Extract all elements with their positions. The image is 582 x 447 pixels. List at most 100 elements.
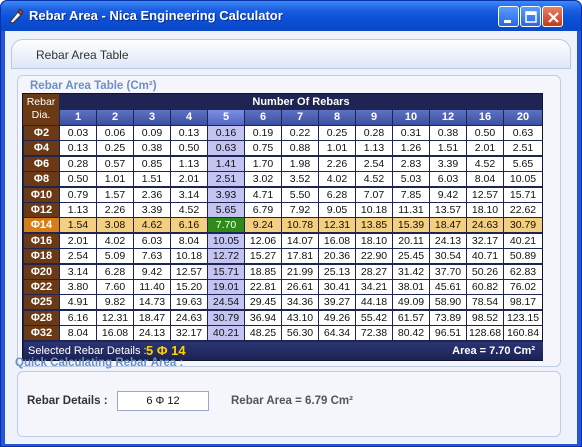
area-cell[interactable]: 40.21 (208, 326, 244, 340)
column-header-16[interactable]: 16 (467, 110, 503, 125)
area-cell[interactable]: 14.07 (282, 234, 318, 248)
area-cell[interactable]: 19.01 (208, 280, 244, 294)
area-cell[interactable]: 30.41 (319, 280, 355, 294)
column-header-4[interactable]: 4 (171, 110, 207, 125)
area-cell[interactable]: 2.51 (504, 141, 542, 155)
area-cell[interactable]: 22.81 (245, 280, 281, 294)
area-cell[interactable]: 18.47 (134, 311, 170, 325)
row-header-dia[interactable]: Φ25 (24, 295, 59, 309)
area-cell[interactable]: 2.26 (319, 157, 355, 171)
area-cell[interactable]: 49.26 (319, 311, 355, 325)
area-cell[interactable]: 0.06 (97, 126, 133, 140)
area-cell[interactable]: 38.01 (393, 280, 429, 294)
area-cell[interactable]: 0.31 (393, 126, 429, 140)
area-cell[interactable]: 56.30 (282, 326, 318, 340)
area-cell[interactable]: 48.25 (245, 326, 281, 340)
area-cell[interactable]: 32.17 (467, 234, 503, 248)
area-cell[interactable]: 5.03 (393, 172, 429, 186)
area-cell[interactable]: 9.42 (430, 188, 466, 202)
area-cell[interactable]: 31.42 (393, 265, 429, 279)
area-cell[interactable]: 9.42 (134, 265, 170, 279)
area-cell[interactable]: 55.42 (356, 311, 392, 325)
area-cell[interactable]: 12.06 (245, 234, 281, 248)
column-header-12[interactable]: 12 (430, 110, 466, 125)
area-cell[interactable]: 128.68 (467, 326, 503, 340)
area-cell[interactable]: 98.52 (467, 311, 503, 325)
area-cell[interactable]: 1.98 (282, 157, 318, 171)
row-header-dia[interactable]: Φ6 (24, 157, 59, 171)
area-cell[interactable]: 160.84 (504, 326, 542, 340)
maximize-button[interactable] (520, 6, 541, 27)
area-cell[interactable]: 0.50 (171, 141, 207, 155)
area-cell[interactable]: 4.62 (134, 218, 170, 232)
area-cell[interactable]: 44.18 (356, 295, 392, 309)
area-cell[interactable]: 61.57 (393, 311, 429, 325)
area-cell[interactable]: 11.40 (134, 280, 170, 294)
row-header-dia[interactable]: Φ28 (24, 311, 59, 325)
area-cell[interactable]: 1.54 (60, 218, 96, 232)
column-header-20[interactable]: 20 (504, 110, 542, 125)
column-header-8[interactable]: 8 (319, 110, 355, 125)
area-cell[interactable]: 18.10 (356, 234, 392, 248)
area-cell[interactable]: 10.78 (282, 218, 318, 232)
area-cell[interactable]: 3.14 (171, 188, 207, 202)
area-cell[interactable]: 11.31 (393, 203, 429, 217)
area-cell[interactable]: 6.03 (430, 172, 466, 186)
area-cell[interactable]: 4.02 (97, 234, 133, 248)
area-cell[interactable]: 10.05 (208, 234, 244, 248)
column-header-1[interactable]: 1 (60, 110, 96, 125)
area-cell[interactable]: 5.65 (208, 203, 244, 217)
area-cell[interactable]: 3.93 (208, 188, 244, 202)
area-cell[interactable]: 2.01 (60, 234, 96, 248)
area-cell[interactable]: 0.38 (134, 141, 170, 155)
area-cell[interactable]: 0.25 (97, 141, 133, 155)
area-cell[interactable]: 19.63 (171, 295, 207, 309)
area-cell[interactable]: 12.31 (97, 311, 133, 325)
area-cell[interactable]: 22.62 (504, 203, 542, 217)
area-cell[interactable]: 15.71 (208, 265, 244, 279)
area-cell[interactable]: 5.50 (282, 188, 318, 202)
area-cell[interactable]: 0.79 (60, 188, 96, 202)
area-cell[interactable]: 4.52 (171, 203, 207, 217)
column-header-10[interactable]: 10 (393, 110, 429, 125)
area-cell[interactable]: 12.72 (208, 249, 244, 263)
area-cell[interactable]: 0.13 (171, 126, 207, 140)
area-cell[interactable]: 50.89 (504, 249, 542, 263)
area-cell[interactable]: 40.71 (467, 249, 503, 263)
area-cell[interactable]: 30.54 (430, 249, 466, 263)
close-button[interactable] (542, 6, 563, 27)
area-cell[interactable]: 6.16 (60, 311, 96, 325)
area-cell[interactable]: 58.90 (430, 295, 466, 309)
area-cell[interactable]: 12.57 (467, 188, 503, 202)
area-cell[interactable]: 0.28 (356, 126, 392, 140)
area-cell[interactable]: 62.83 (504, 265, 542, 279)
row-header-dia[interactable]: Φ8 (24, 172, 59, 186)
area-cell[interactable]: 1.57 (97, 188, 133, 202)
column-header-5[interactable]: 5 (208, 110, 244, 125)
area-cell[interactable]: 4.02 (319, 172, 355, 186)
row-header-dia[interactable]: Φ20 (24, 265, 59, 279)
row-header-dia[interactable]: Φ10 (24, 188, 59, 202)
column-header-3[interactable]: 3 (134, 110, 170, 125)
area-cell[interactable]: 32.17 (171, 326, 207, 340)
area-cell[interactable]: 0.50 (467, 126, 503, 140)
area-cell[interactable]: 1.70 (245, 157, 281, 171)
area-cell[interactable]: 60.82 (467, 280, 503, 294)
minimize-button[interactable] (498, 6, 519, 27)
area-cell[interactable]: 34.21 (356, 280, 392, 294)
area-cell[interactable]: 12.57 (171, 265, 207, 279)
area-cell[interactable]: 6.28 (319, 188, 355, 202)
area-cell[interactable]: 15.71 (504, 188, 542, 202)
area-cell[interactable]: 3.80 (60, 280, 96, 294)
area-cell[interactable]: 123.15 (504, 311, 542, 325)
area-cell[interactable]: 24.63 (171, 311, 207, 325)
area-cell[interactable]: 1.13 (60, 203, 96, 217)
area-cell[interactable]: 12.31 (319, 218, 355, 232)
area-cell[interactable]: 30.79 (504, 218, 542, 232)
area-cell[interactable]: 17.81 (282, 249, 318, 263)
area-cell[interactable]: 1.41 (208, 157, 244, 171)
area-cell[interactable]: 2.36 (134, 188, 170, 202)
area-cell[interactable]: 4.52 (467, 157, 503, 171)
area-cell[interactable]: 72.38 (356, 326, 392, 340)
area-cell[interactable]: 34.36 (282, 295, 318, 309)
